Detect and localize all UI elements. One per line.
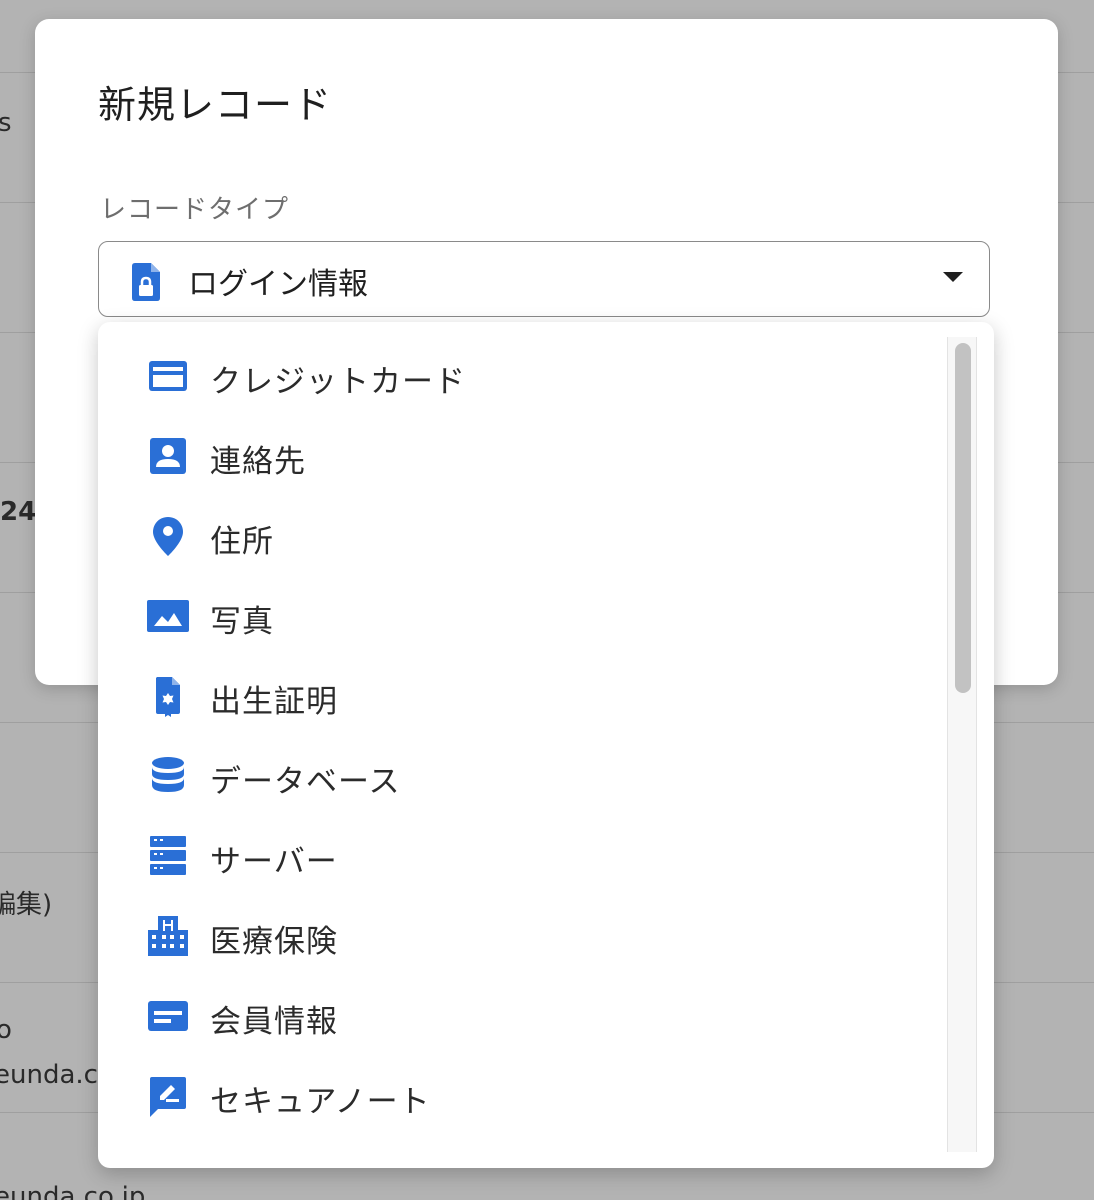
menu-item-contact[interactable]: 連絡先 [98, 416, 943, 496]
menu-item-address[interactable]: 住所 [98, 496, 943, 576]
bg-text-fragment: 24 [0, 497, 37, 527]
menu-item-label: 会員情報 [210, 1004, 338, 1040]
dialog-title: 新規レコード [98, 83, 333, 127]
database-icon [146, 754, 190, 798]
bg-text-fragment: s [0, 108, 12, 138]
selected-record-type: ログイン情報 [188, 267, 368, 302]
menu-item-birth-certificate[interactable]: 出生証明 [98, 656, 943, 736]
menu-item-secure-note[interactable]: セキュアノート [98, 1056, 943, 1136]
menu-item-database[interactable]: データベース [98, 736, 943, 816]
certificate-icon [146, 674, 190, 718]
menu-item-photo[interactable]: 写真 [98, 576, 943, 656]
record-type-select[interactable]: ログイン情報 [98, 241, 990, 317]
server-icon [146, 834, 190, 878]
menu-scrollbar-thumb[interactable] [955, 343, 971, 693]
contact-icon [146, 434, 190, 478]
menu-item-server[interactable]: サーバー [98, 816, 943, 896]
menu-item-label: クレジットカード [210, 364, 466, 400]
bg-text-fragment: eunda.co [0, 1060, 98, 1090]
bg-text-fragment: eunda.co.jp [0, 1182, 146, 1200]
bg-text-fragment: 編集) [0, 890, 53, 920]
menu-item-label: 住所 [210, 524, 274, 560]
login-lock-icon [129, 262, 163, 302]
bg-text-fragment: o [0, 1015, 12, 1045]
menu-item-label: 医療保険 [210, 924, 338, 960]
menu-item-label: サーバー [210, 844, 338, 880]
photo-icon [146, 594, 190, 638]
menu-item-label: 連絡先 [210, 444, 306, 480]
menu-item-label: 写真 [210, 604, 274, 640]
record-type-label: レコードタイプ [100, 195, 290, 225]
credit-card-icon [146, 354, 190, 398]
secure-note-icon [146, 1074, 190, 1118]
menu-item-label: 出生証明 [210, 684, 338, 720]
caret-down-icon [943, 272, 963, 282]
menu-item-health-insurance[interactable]: 医療保険 [98, 896, 943, 976]
hospital-icon [146, 914, 190, 958]
menu-item-credit-card[interactable]: クレジットカード [98, 336, 943, 416]
location-pin-icon [146, 514, 190, 558]
membership-card-icon [146, 994, 190, 1038]
record-type-menu: クレジットカード 連絡先 住所 写真 出生証明 データベース サーバー 医療保険… [98, 322, 994, 1168]
menu-item-label: データベース [210, 764, 401, 800]
menu-item-label: セキュアノート [210, 1084, 431, 1120]
menu-item-membership[interactable]: 会員情報 [98, 976, 943, 1056]
